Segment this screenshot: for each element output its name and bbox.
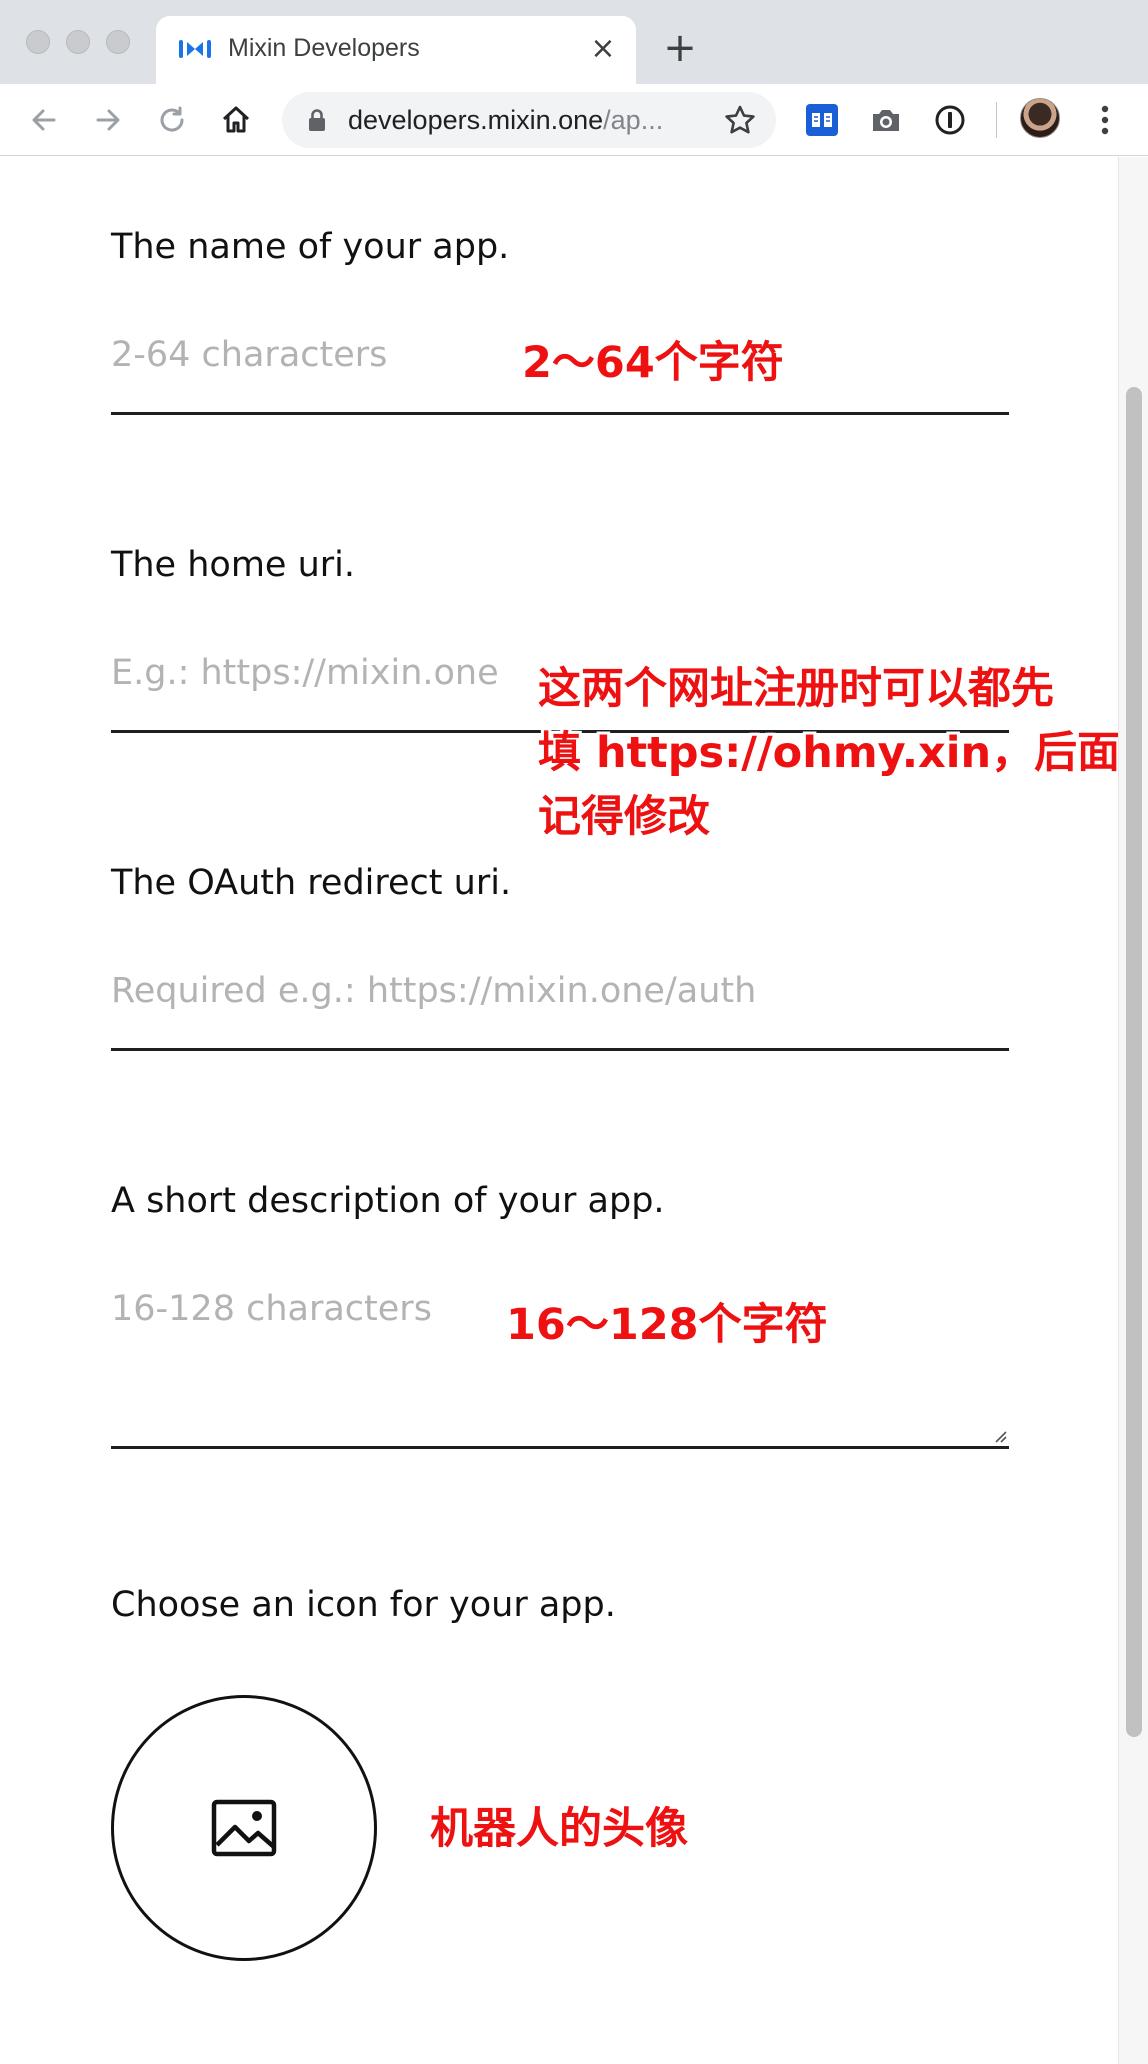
redirect-uri-label: The OAuth redirect uri. (111, 863, 512, 903)
redirect-uri-input[interactable]: Required e.g.: https://mixin.one/auth (111, 971, 1009, 1051)
annotation-description-length: 16～128个字符 (506, 1300, 828, 1350)
page-viewport: The name of your app. 2-64 characters Th… (0, 157, 1148, 2064)
browser-tab[interactable]: Mixin Developers × (156, 16, 636, 84)
annotation-icon-avatar: 机器人的头像 (430, 1804, 688, 1854)
reader-extension-icon[interactable] (802, 100, 842, 140)
star-icon[interactable] (722, 102, 758, 138)
app-name-placeholder: 2-64 characters (111, 335, 388, 375)
annotation-uri-line2: 填 https://ohmy.xin，后面 (538, 728, 1121, 778)
close-icon[interactable]: × (586, 32, 620, 66)
browser-toolbar: developers.mixin.one/ap... (0, 84, 1148, 156)
profile-avatar[interactable] (1020, 98, 1060, 138)
image-icon (211, 1799, 277, 1857)
annotation-uri-line1: 这两个网址注册时可以都先 (538, 664, 1054, 714)
url-text[interactable]: developers.mixin.one/ap... (348, 105, 706, 136)
lock-icon (309, 109, 325, 131)
description-placeholder: 16-128 characters (111, 1289, 432, 1329)
icon-label: Choose an icon for your app. (111, 1585, 616, 1625)
back-arrow-icon[interactable] (22, 98, 66, 142)
home-uri-label: The home uri. (111, 545, 355, 585)
tab-title: Mixin Developers (228, 34, 420, 62)
password-extension-icon[interactable] (930, 100, 970, 140)
resize-grip-icon[interactable] (991, 1427, 1007, 1443)
forward-arrow-icon[interactable] (86, 98, 130, 142)
camera-extension-icon[interactable] (866, 100, 906, 140)
redirect-uri-placeholder: Required e.g.: https://mixin.one/auth (111, 971, 757, 1011)
page-scrollbar[interactable] (1118, 157, 1148, 2064)
window-close-button[interactable] (26, 30, 50, 54)
url-host: developers.mixin.one (348, 105, 604, 135)
plus-icon[interactable]: + (660, 28, 700, 68)
more-menu-icon[interactable] (1090, 100, 1120, 140)
url-path: /ap... (603, 105, 664, 135)
reload-icon[interactable] (150, 98, 194, 142)
window-zoom-button[interactable] (106, 30, 130, 54)
icon-upload-button[interactable] (111, 1695, 377, 1961)
home-icon[interactable] (214, 98, 258, 142)
annotation-uri-line3: 记得修改 (538, 792, 710, 842)
description-label: A short description of your app. (111, 1181, 665, 1221)
address-bar[interactable]: developers.mixin.one/ap... (282, 92, 776, 148)
window-minimize-button[interactable] (66, 30, 90, 54)
toolbar-divider (996, 102, 997, 138)
home-uri-placeholder: E.g.: https://mixin.one (111, 653, 499, 693)
mixin-logo-icon (179, 40, 211, 58)
scrollbar-thumb[interactable] (1126, 387, 1142, 1737)
app-name-label: The name of your app. (111, 227, 510, 267)
annotation-name-length: 2～64个字符 (522, 338, 784, 388)
browser-tab-bar: Mixin Developers × + (0, 0, 1148, 84)
